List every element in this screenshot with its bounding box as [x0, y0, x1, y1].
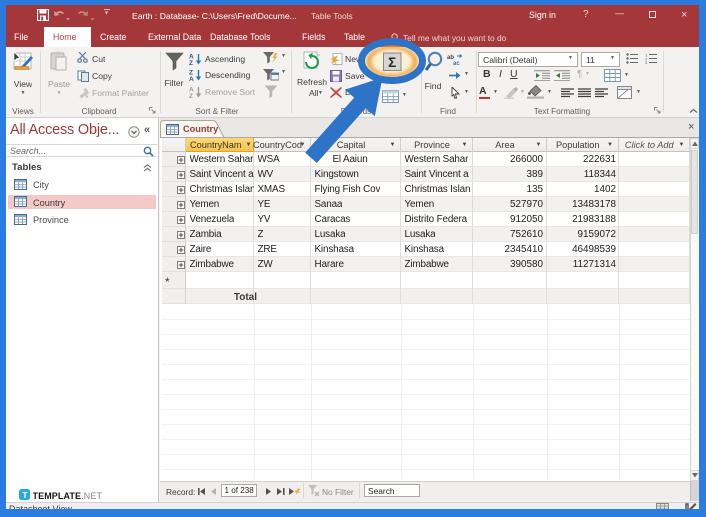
svg-text:Σ: Σ — [388, 55, 396, 70]
